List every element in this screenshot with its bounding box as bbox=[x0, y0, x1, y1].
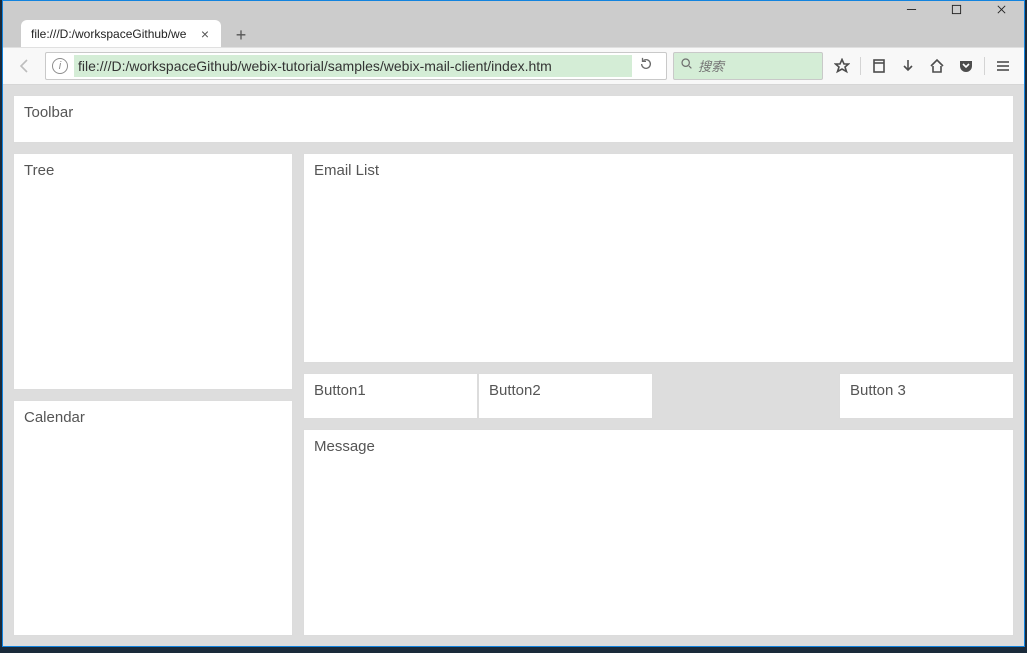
new-tab-button[interactable]: + bbox=[227, 23, 255, 47]
toolbar-right-icons bbox=[829, 52, 1016, 80]
email-list-label: Email List bbox=[314, 162, 379, 179]
site-info-icon[interactable]: i bbox=[52, 58, 68, 74]
button-3[interactable]: Button 3 bbox=[839, 373, 1014, 419]
address-bar[interactable]: i file:///D:/workspaceGithub/webix-tutor… bbox=[45, 52, 667, 80]
address-text: file:///D:/workspaceGithub/webix-tutoria… bbox=[74, 55, 632, 77]
library-icon[interactable] bbox=[866, 52, 892, 80]
search-icon bbox=[680, 57, 693, 75]
window-titlebar bbox=[3, 1, 1024, 18]
buttons-spacer bbox=[653, 373, 839, 419]
toolbar-panel: Toolbar bbox=[13, 95, 1014, 143]
reload-button[interactable] bbox=[632, 57, 660, 76]
tab-title: file:///D:/workspaceGithub/we bbox=[31, 27, 197, 41]
bookmark-star-icon[interactable] bbox=[829, 52, 855, 80]
button-3-label: Button 3 bbox=[850, 382, 906, 399]
window-minimize-button[interactable] bbox=[889, 1, 934, 18]
pocket-icon[interactable] bbox=[953, 52, 979, 80]
window-maximize-button[interactable] bbox=[934, 1, 979, 18]
tab-strip: file:///D:/workspaceGithub/we × + bbox=[3, 18, 1024, 47]
back-button[interactable] bbox=[11, 52, 39, 80]
tab-close-icon[interactable]: × bbox=[197, 26, 213, 42]
nav-toolbar: i file:///D:/workspaceGithub/webix-tutor… bbox=[3, 47, 1024, 85]
window-close-button[interactable] bbox=[979, 1, 1024, 18]
toolbar-separator bbox=[984, 57, 985, 75]
tree-label: Tree bbox=[24, 162, 54, 179]
search-box[interactable] bbox=[673, 52, 823, 80]
email-list-panel: Email List bbox=[303, 153, 1014, 363]
browser-tab[interactable]: file:///D:/workspaceGithub/we × bbox=[21, 20, 221, 47]
buttons-row: Button1 Button2 Button 3 bbox=[303, 373, 1014, 419]
calendar-panel: Calendar bbox=[13, 400, 293, 637]
message-label: Message bbox=[314, 438, 375, 455]
app-layout: Toolbar Tree Calendar Email List bbox=[13, 95, 1014, 636]
left-column: Tree Calendar bbox=[13, 153, 293, 636]
message-panel: Message bbox=[303, 429, 1014, 636]
toolbar-separator bbox=[860, 57, 861, 75]
button-1[interactable]: Button1 bbox=[303, 373, 478, 419]
page-viewport: Toolbar Tree Calendar Email List bbox=[3, 85, 1024, 646]
button-1-label: Button1 bbox=[314, 382, 366, 399]
tree-panel: Tree bbox=[13, 153, 293, 390]
home-icon[interactable] bbox=[924, 52, 950, 80]
button-2-label: Button2 bbox=[489, 382, 541, 399]
right-column: Email List Button1 Button2 Button 3 bbox=[303, 153, 1014, 636]
browser-window: file:///D:/workspaceGithub/we × + i file… bbox=[2, 0, 1025, 647]
menu-icon[interactable] bbox=[990, 52, 1016, 80]
toolbar-label: Toolbar bbox=[24, 104, 73, 121]
download-icon[interactable] bbox=[895, 52, 921, 80]
calendar-label: Calendar bbox=[24, 409, 85, 426]
button-2[interactable]: Button2 bbox=[478, 373, 653, 419]
main-row: Tree Calendar Email List Button1 bbox=[13, 153, 1014, 636]
